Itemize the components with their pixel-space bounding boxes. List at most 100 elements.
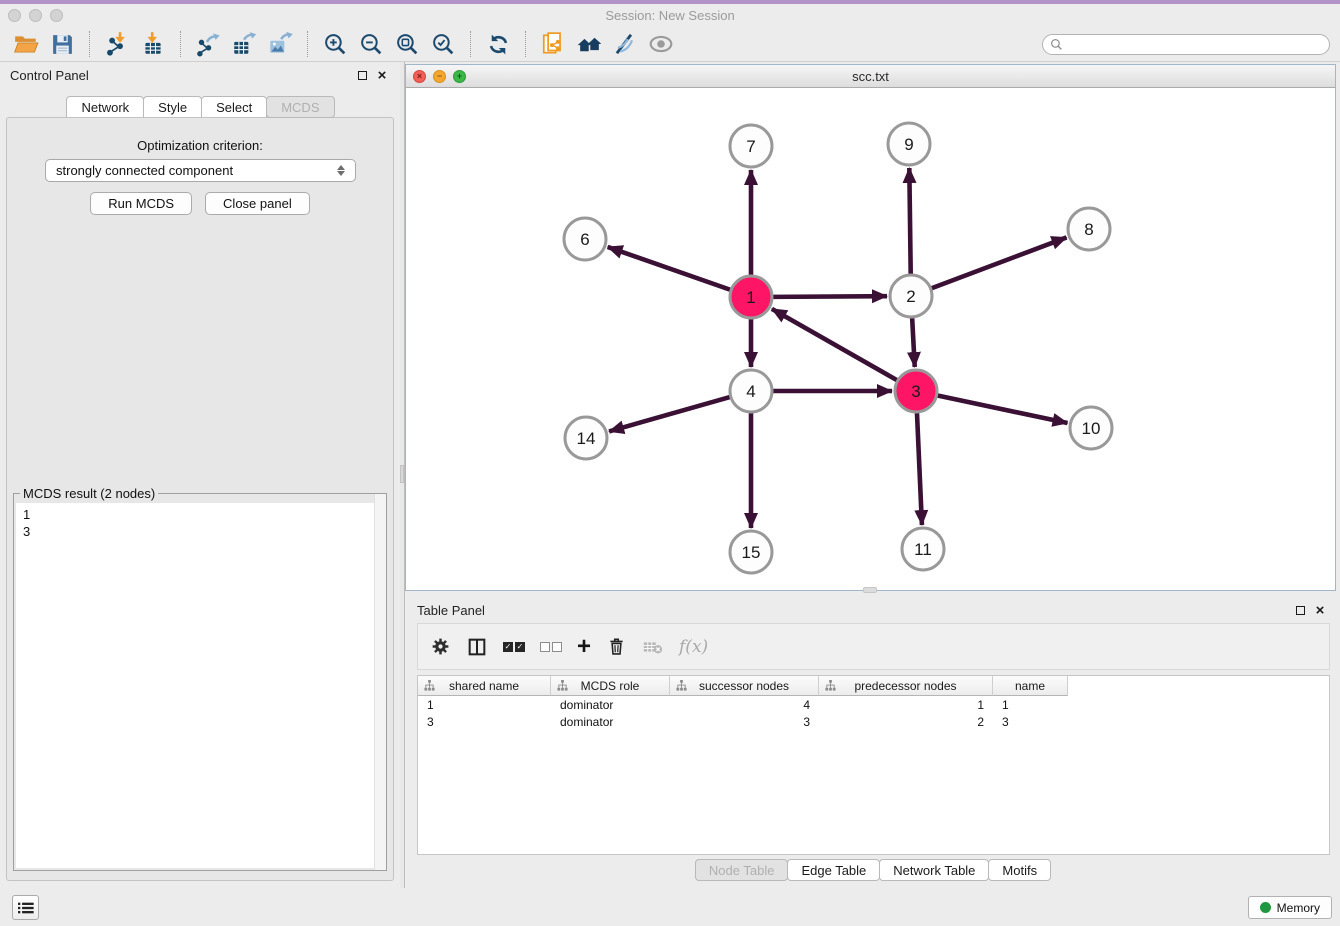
edge-2-8[interactable] <box>932 237 1067 288</box>
float-panel-icon[interactable] <box>354 67 370 83</box>
refresh-view-icon[interactable] <box>483 30 513 58</box>
create-column-icon[interactable]: + <box>577 633 591 661</box>
cell-shared-name[interactable]: 1 <box>418 698 551 712</box>
node-table[interactable]: shared nameMCDS rolesuccessor nodesprede… <box>417 675 1330 855</box>
edge-1-6[interactable] <box>608 247 731 290</box>
export-table-icon[interactable] <box>229 30 259 58</box>
memory-button[interactable]: Memory <box>1248 896 1332 919</box>
horizontal-splitter-handle[interactable] <box>863 587 877 593</box>
cell-successor-nodes[interactable]: 3 <box>670 715 819 729</box>
close-panel-button[interactable]: Close panel <box>205 192 310 215</box>
cell-name[interactable]: 1 <box>993 698 1068 712</box>
zoom-in-icon[interactable] <box>320 30 350 58</box>
node-4[interactable]: 4 <box>730 370 772 412</box>
delete-table-icon <box>642 633 664 661</box>
column-header-successor-nodes[interactable]: successor nodes <box>670 676 819 696</box>
edge-1-2[interactable] <box>773 296 887 297</box>
delete-columns-icon[interactable] <box>606 633 627 661</box>
tab-node-table[interactable]: Node Table <box>695 859 789 881</box>
node-10[interactable]: 10 <box>1070 407 1112 449</box>
edge-2-3[interactable] <box>912 318 915 367</box>
app-title: Session: New Session <box>0 8 1340 23</box>
edge-4-14[interactable] <box>609 397 730 431</box>
node-6[interactable]: 6 <box>564 218 606 260</box>
export-network-icon[interactable] <box>193 30 223 58</box>
edge-3-1[interactable] <box>772 309 897 380</box>
import-network-icon[interactable] <box>102 30 132 58</box>
table-row[interactable]: 3dominator323 <box>418 713 1329 730</box>
cell-mcds-role[interactable]: dominator <box>551 715 670 729</box>
style-preview-icon[interactable] <box>610 30 640 58</box>
save-session-icon[interactable] <box>47 30 77 58</box>
task-history-button[interactable] <box>12 895 39 920</box>
node-9[interactable]: 9 <box>888 123 930 165</box>
node-7[interactable]: 7 <box>730 125 772 167</box>
new-network-icon[interactable] <box>538 30 568 58</box>
tab-style[interactable]: Style <box>143 96 202 118</box>
deselect-all-rows-icon[interactable] <box>540 633 562 661</box>
search-input[interactable] <box>1068 37 1322 51</box>
cell-shared-name[interactable]: 3 <box>418 715 551 729</box>
toolbar-separator <box>180 31 181 57</box>
node-15[interactable]: 15 <box>730 531 772 573</box>
close-table-panel-icon[interactable]: × <box>1312 602 1328 618</box>
tab-network-table[interactable]: Network Table <box>879 859 989 881</box>
fit-content-icon[interactable] <box>392 30 422 58</box>
network-graph[interactable]: 7 9 6 8 1 2 4 3 14 10 15 11 <box>406 88 1335 590</box>
result-scrollbar[interactable] <box>374 494 386 870</box>
float-table-panel-icon[interactable] <box>1292 602 1308 618</box>
network-view-window: × − + scc.txt 7 9 6 8 1 2 4 3 14 10 15 11 <box>405 64 1336 591</box>
column-header-predecessor-nodes[interactable]: predecessor nodes <box>819 676 993 696</box>
mcds-panel: Optimization criterion: strongly connect… <box>6 117 394 881</box>
node-2[interactable]: 2 <box>890 275 932 317</box>
first-neighbors-icon[interactable] <box>574 30 604 58</box>
node-1[interactable]: 1 <box>730 276 772 318</box>
select-all-rows-icon[interactable]: ✓✓ <box>503 633 525 661</box>
network-window-titlebar[interactable]: × − + scc.txt <box>406 65 1335 88</box>
cell-name[interactable]: 3 <box>993 715 1068 729</box>
cell-successor-nodes[interactable]: 4 <box>670 698 819 712</box>
cell-mcds-role[interactable]: dominator <box>551 698 670 712</box>
column-visibility-icon[interactable] <box>466 633 488 661</box>
node-11[interactable]: 11 <box>902 528 944 570</box>
column-header-name[interactable]: name <box>993 676 1068 696</box>
network-canvas[interactable]: 7 9 6 8 1 2 4 3 14 10 15 11 <box>406 88 1335 590</box>
attribute-settings-icon[interactable] <box>430 633 451 661</box>
node-3[interactable]: 3 <box>895 370 937 412</box>
tab-select[interactable]: Select <box>201 96 267 118</box>
table-row[interactable]: 1dominator411 <box>418 696 1329 713</box>
tab-mcds[interactable]: MCDS <box>266 96 334 118</box>
import-table-icon[interactable] <box>138 30 168 58</box>
memory-status-icon <box>1260 902 1271 913</box>
function-builder-icon: f(x) <box>679 633 708 661</box>
control-panel-tabs: NetworkStyleSelectMCDS <box>0 96 400 118</box>
zoom-selected-icon[interactable] <box>428 30 458 58</box>
tab-motifs[interactable]: Motifs <box>988 859 1051 881</box>
edge-3-10[interactable] <box>938 396 1068 423</box>
mcds-result-title: MCDS result (2 nodes) <box>20 486 158 501</box>
control-panel-title: Control Panel <box>10 68 350 83</box>
cell-predecessor-nodes[interactable]: 2 <box>819 715 993 729</box>
edge-3-11[interactable] <box>917 413 922 525</box>
splitter-handle[interactable] <box>400 465 404 483</box>
zoom-out-icon[interactable] <box>356 30 386 58</box>
close-panel-icon[interactable]: × <box>374 67 390 83</box>
tab-network[interactable]: Network <box>66 96 144 118</box>
optimization-criterion-label: Optimization criterion: <box>7 138 393 153</box>
mcds-result-list: 13 <box>16 503 384 868</box>
export-image-icon[interactable] <box>265 30 295 58</box>
column-header-shared-name[interactable]: shared name <box>418 676 551 696</box>
node-8[interactable]: 8 <box>1068 208 1110 250</box>
run-mcds-button[interactable]: Run MCDS <box>90 192 192 215</box>
node-14[interactable]: 14 <box>565 417 607 459</box>
edge-2-9[interactable] <box>909 168 910 274</box>
main-toolbar <box>0 27 1340 62</box>
open-file-icon[interactable] <box>11 30 41 58</box>
memory-label: Memory <box>1277 901 1320 915</box>
criterion-select[interactable]: strongly connected component <box>45 159 356 182</box>
hide-selected-icon[interactable] <box>646 30 676 58</box>
column-header-mcds-role[interactable]: MCDS role <box>551 676 670 696</box>
tab-edge-table[interactable]: Edge Table <box>787 859 880 881</box>
search-box[interactable] <box>1042 34 1330 55</box>
cell-predecessor-nodes[interactable]: 1 <box>819 698 993 712</box>
